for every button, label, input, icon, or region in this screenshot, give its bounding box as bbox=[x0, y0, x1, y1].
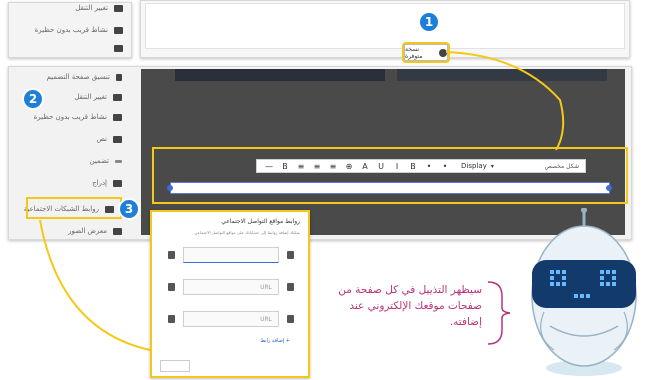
connector-1 bbox=[445, 51, 565, 151]
social-panel-title: روابط مواقع التواصل الاجتماعي bbox=[221, 218, 300, 225]
delete-icon[interactable] bbox=[168, 251, 175, 259]
social-url-input-1[interactable] bbox=[183, 247, 279, 263]
link-icon bbox=[287, 315, 294, 323]
social-links-panel: روابط مواقع التواصل الاجتماعي يمكنك إضاف… bbox=[150, 210, 310, 378]
link-icon bbox=[287, 251, 294, 259]
connector-3 bbox=[39, 219, 151, 351]
panel-footer-box bbox=[160, 360, 190, 372]
social-field-row-2: URL bbox=[168, 278, 294, 296]
delete-icon[interactable] bbox=[168, 283, 175, 291]
add-link-button[interactable]: + إضافة رابط bbox=[260, 338, 290, 344]
social-url-input-3[interactable]: URL bbox=[183, 311, 279, 327]
social-panel-subtitle: يمكنك إضافة روابط إلى حساباتك على مواقع … bbox=[194, 230, 300, 235]
callout-text: سيظهر التذييل في كل صفحة من صفحات موقعك … bbox=[338, 284, 482, 328]
callout-bracket bbox=[487, 281, 511, 345]
social-url-input-2[interactable]: URL bbox=[183, 279, 279, 295]
delete-icon[interactable] bbox=[168, 315, 175, 323]
social-field-row-3: URL bbox=[168, 310, 294, 328]
robot-mascot bbox=[531, 208, 637, 376]
social-field-row-1 bbox=[168, 246, 294, 264]
link-icon bbox=[287, 283, 294, 291]
